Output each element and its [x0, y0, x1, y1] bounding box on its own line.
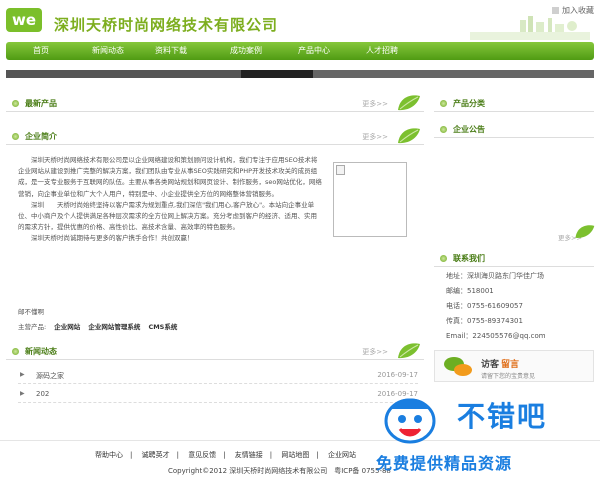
favorite-label: 加入收藏	[562, 6, 594, 15]
main-products: 主营产品: 企业网站 企业网站管理系统 CMS系统	[18, 321, 177, 331]
main-product-link[interactable]: 企业网站	[54, 323, 80, 331]
nav-item-jobs[interactable]: 人才招聘	[366, 42, 398, 60]
arrow-icon: ▶	[20, 390, 25, 397]
add-favorite-link[interactable]: 加入收藏	[552, 5, 594, 16]
contact-email: Email：224505576@qq.com	[446, 332, 546, 340]
bullet-icon	[440, 100, 447, 107]
arrow-icon: ▶	[20, 371, 25, 378]
announcement-header: 企业公告	[434, 121, 594, 138]
leaf-icon	[575, 225, 595, 238]
latest-products-title: 最新产品	[25, 99, 57, 108]
sub-nav-bar	[6, 70, 594, 78]
nav-item-products[interactable]: 产品中心	[298, 42, 330, 60]
bullet-icon	[12, 133, 19, 140]
watermark-sub-text: 免费提供精品资源	[376, 454, 513, 473]
favorite-icon	[552, 7, 559, 14]
bullet-icon	[12, 100, 19, 107]
footer-link-website[interactable]: 企业网站	[328, 451, 356, 459]
news-more-link[interactable]: 更多>>	[362, 347, 388, 357]
product-category-header: 产品分类	[434, 95, 594, 112]
sub-bar-segment	[6, 70, 241, 78]
contact-address: 地址：深圳海贝路东门华佳广场	[446, 272, 544, 280]
company-intro-title: 企业简介	[25, 132, 57, 141]
cartoon-face-icon	[384, 398, 436, 444]
sub-bar-segment	[241, 70, 313, 78]
contact-header: 联系我们	[434, 250, 594, 267]
intro-paragraph: 深圳天桥时尚诚期待与更多的客户携手合作！共创双赢！	[31, 234, 194, 243]
announcement-title: 企业公告	[453, 125, 485, 134]
footer-link-friends[interactable]: 友情链接	[235, 451, 263, 459]
main-nav: 首页 新闻动态 资料下载 成功案例 产品中心 人才招聘	[6, 42, 594, 60]
copyright: Copyright©2012 深圳天桥时尚网络技术有限公司 粤ICP备 0755…	[168, 467, 391, 475]
city-skyline-decoration	[470, 16, 590, 40]
company-intro-header: 企业简介 更多>>	[6, 128, 424, 145]
main-product-link[interactable]: 企业网站管理系统	[88, 323, 140, 331]
main-product-link[interactable]: CMS系统	[148, 323, 177, 331]
email-label: 邮不懂啊	[18, 308, 44, 316]
news-item-title[interactable]: 源码之家	[36, 371, 64, 381]
bullet-icon	[440, 255, 447, 262]
leaf-icon	[398, 343, 420, 359]
contact-postcode: 邮编：518001	[446, 287, 494, 295]
header: we 深圳天桥时尚网络技术有限公司 加入收藏	[0, 0, 600, 42]
footer-link-jobs[interactable]: 诚聘英才	[142, 451, 170, 459]
bullet-icon	[440, 126, 447, 133]
guestbook-subtitle: 请留下您的宝贵意见	[481, 373, 536, 380]
main-products-label: 主营产品:	[18, 323, 47, 331]
company-name: 深圳天桥时尚网络技术有限公司	[54, 16, 279, 34]
guestbook-title-a: 访客	[481, 360, 500, 370]
company-image-placeholder	[333, 162, 407, 237]
contact-title: 联系我们	[453, 254, 485, 263]
footer-link-feedback[interactable]: 意见反馈	[188, 451, 216, 459]
company-logo[interactable]: we	[6, 8, 42, 32]
nav-item-cases[interactable]: 成功案例	[230, 42, 262, 60]
company-intro-more-link[interactable]: 更多>>	[362, 132, 388, 142]
contact-phone: 电话：0755-61609057	[446, 302, 523, 310]
broken-image-icon	[336, 165, 345, 175]
chat-bubble-icon	[444, 357, 472, 376]
guestbook-box[interactable]: 访客 留言 请留下您的宝贵意见	[434, 350, 594, 382]
page: we 深圳天桥时尚网络技术有限公司 加入收藏 首页 新闻动态 资料下载 成功案例…	[0, 0, 600, 479]
news-item-date: 2016-09-17	[377, 371, 418, 379]
intro-paragraph: 深圳 天桥时尚始终坚持以客户需求为规划重点,我们深信"我们用心,客户放心"。本站…	[18, 200, 317, 232]
product-category-title: 产品分类	[453, 99, 485, 108]
bullet-icon	[12, 348, 19, 355]
latest-products-more-link[interactable]: 更多>>	[362, 99, 388, 109]
footer-link-help[interactable]: 帮助中心	[95, 451, 123, 459]
news-header: 新闻动态 更多>>	[6, 343, 424, 360]
latest-products-header: 最新产品 更多>>	[6, 95, 424, 112]
nav-item-home[interactable]: 首页	[33, 42, 49, 60]
footer-link-sitemap[interactable]: 网站地图	[281, 451, 309, 459]
leaf-icon	[398, 95, 420, 111]
leaf-icon	[398, 128, 420, 144]
news-item[interactable]: ▶ 源码之家 2016-09-17	[18, 368, 418, 384]
sub-bar-segment	[313, 70, 594, 78]
footer-links: 帮助中心 | 诚聘英才 | 意见反馈 | 友情链接 | 网站地图 | 企业网站	[95, 451, 356, 459]
news-item-title[interactable]: 202	[36, 390, 49, 398]
nav-item-news[interactable]: 新闻动态	[92, 42, 124, 60]
nav-item-downloads[interactable]: 资料下载	[155, 42, 187, 60]
watermark-big-text: 不错吧	[457, 400, 548, 433]
intro-paragraph: 深圳天桥时尚网络技术有限公司是以企业网络建设和策划顾问设计机构，我们专注于应用S…	[18, 156, 322, 198]
contact-fax: 传真：0755-89374301	[446, 317, 523, 325]
company-intro-text: 深圳天桥时尚网络技术有限公司是以企业网络建设和策划顾问设计机构，我们专注于应用S…	[18, 155, 323, 245]
news-item[interactable]: ▶ 202 2016-09-17	[18, 387, 418, 403]
watermark: 不错吧 免费提供精品资源	[372, 390, 597, 475]
news-title: 新闻动态	[25, 347, 57, 356]
guestbook-title-b: 留言	[501, 360, 520, 370]
